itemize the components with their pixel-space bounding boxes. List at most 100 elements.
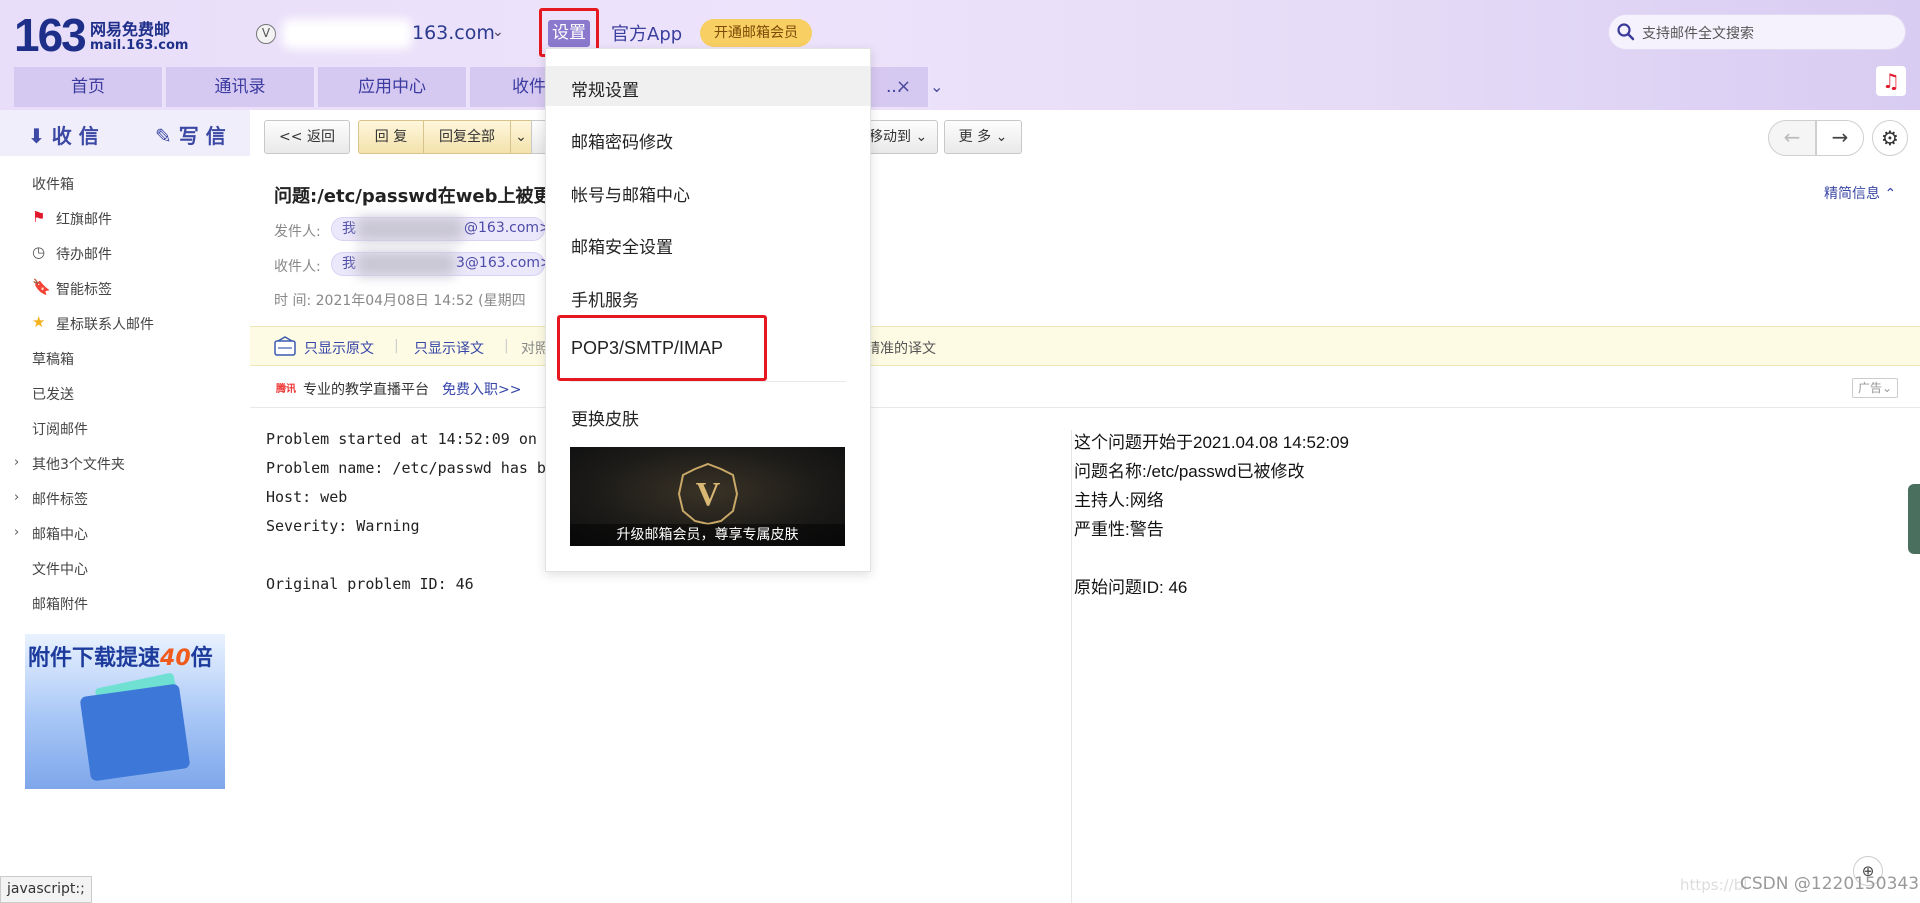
account-name-blurred bbox=[282, 19, 412, 49]
close-icon[interactable]: × bbox=[896, 76, 911, 97]
simplify-info-link[interactable]: 精简信息 ⌃ bbox=[1824, 183, 1896, 203]
sidebar-item-mailbox-center[interactable]: 邮箱中心 bbox=[32, 524, 88, 544]
gear-icon[interactable]: ⚙ bbox=[1872, 120, 1908, 156]
browser-status-bar: javascript:; bbox=[0, 876, 92, 903]
menu-item-mobile-service[interactable]: 手机服务 bbox=[571, 286, 639, 311]
translated-line: 严重性:警告 bbox=[1074, 520, 1164, 539]
settings-button[interactable]: 设置 bbox=[548, 20, 590, 47]
sidebar-item-smart-tags[interactable]: 智能标签 bbox=[56, 279, 112, 299]
ad-tag[interactable]: 广告⌄ bbox=[1852, 378, 1898, 398]
chevron-right-icon[interactable]: › bbox=[14, 490, 19, 505]
menu-item-security-settings[interactable]: 邮箱安全设置 bbox=[571, 233, 673, 258]
tab-contacts[interactable]: 通讯录 bbox=[166, 67, 316, 107]
download-icon: ⬇ bbox=[28, 124, 52, 148]
vip-badge-icon: V bbox=[677, 462, 739, 526]
sidebar-item-drafts[interactable]: 草稿箱 bbox=[32, 349, 74, 369]
separator: | bbox=[504, 338, 509, 354]
account-domain[interactable]: 163.com bbox=[412, 22, 495, 44]
separator: | bbox=[394, 338, 399, 354]
menu-item-change-password[interactable]: 邮箱密码修改 bbox=[571, 128, 673, 153]
show-original-link[interactable]: 只显示原文 bbox=[304, 338, 374, 358]
sidebar-item-flagged[interactable]: 红旗邮件 bbox=[56, 209, 112, 229]
star-icon: ★ bbox=[32, 313, 46, 331]
logo-number[interactable]: 163 bbox=[14, 8, 87, 62]
skin-promo-caption: 升级邮箱会员，尊享专属皮肤 bbox=[570, 524, 845, 546]
ad-text[interactable]: 专业的教学直播平台 bbox=[303, 379, 429, 399]
sender-name-blurred bbox=[356, 217, 464, 241]
to-label: 收件人: bbox=[274, 259, 321, 275]
column-divider bbox=[1071, 430, 1072, 903]
sidebar-item-attachments[interactable]: 邮箱附件 bbox=[32, 594, 88, 614]
show-translation-link[interactable]: 只显示译文 bbox=[414, 338, 484, 358]
recipient-name-blurred bbox=[356, 252, 456, 276]
clock-icon: ◷ bbox=[32, 243, 46, 261]
ad-cta-link[interactable]: 免费入职>> bbox=[442, 379, 521, 399]
chevron-up-icon: ⌃ bbox=[1880, 186, 1897, 202]
translated-line: 原始问题ID: 46 bbox=[1074, 578, 1188, 597]
logo-domain: mail.163.com bbox=[90, 38, 189, 53]
chevron-down-icon: ⌄ bbox=[995, 129, 1008, 145]
chevron-right-icon[interactable]: › bbox=[14, 455, 19, 470]
receive-button[interactable]: ⬇ 收 信 bbox=[28, 120, 99, 149]
menu-item-general-settings[interactable]: 常规设置 bbox=[571, 76, 639, 101]
body-line: Host: web bbox=[266, 488, 348, 506]
mail-time: 时 间: 2021年04月08日 14:52 (星期四 bbox=[274, 293, 526, 309]
tab-home[interactable]: 首页 bbox=[14, 67, 164, 107]
menu-divider bbox=[570, 381, 846, 382]
flag-icon: ⚑ bbox=[32, 208, 46, 226]
ad-title: 附件下载提速40倍 bbox=[28, 646, 213, 671]
chevron-down-icon[interactable]: ⌄ bbox=[930, 77, 943, 96]
menu-item-account-center[interactable]: 帐号与邮箱中心 bbox=[571, 181, 690, 206]
sidebar-item-todo[interactable]: 待办邮件 bbox=[56, 244, 112, 264]
chevron-right-icon[interactable]: › bbox=[14, 525, 19, 540]
sidebar-item-subscriptions[interactable]: 订阅邮件 bbox=[32, 419, 88, 439]
menu-item-change-skin[interactable]: 更换皮肤 bbox=[571, 405, 639, 430]
sidebar-item-other-folders[interactable]: 其他3个文件夹 bbox=[32, 454, 125, 474]
logo-title: 网易免费邮 bbox=[90, 20, 171, 39]
sidebar-item-inbox[interactable]: 收件箱 bbox=[32, 174, 74, 194]
move-to-button[interactable]: 移动到 ⌄ bbox=[866, 120, 938, 154]
sidebar-item-file-center[interactable]: 文件中心 bbox=[32, 559, 88, 579]
ad-illustration bbox=[79, 683, 191, 782]
translated-line: 问题名称:/etc/passwd已被修改 bbox=[1074, 462, 1305, 481]
reply-button[interactable]: 回 复 bbox=[358, 120, 424, 154]
sidebar-item-sent[interactable]: 已发送 bbox=[32, 384, 74, 404]
bookmark-icon: 🔖 bbox=[32, 278, 51, 296]
edit-icon: ✎ bbox=[155, 124, 179, 148]
back-button[interactable]: << 返回 bbox=[264, 120, 350, 154]
body-line: Problem started at 14:52:09 on bbox=[266, 430, 537, 448]
compose-button[interactable]: ✎ 写 信 bbox=[155, 120, 226, 149]
watermark-faint: https://bl bbox=[1680, 876, 1748, 894]
search-placeholder: 支持邮件全文搜索 bbox=[1642, 26, 1754, 42]
more-button[interactable]: 更 多 ⌄ bbox=[944, 120, 1022, 154]
sidebar-item-starred-contacts[interactable]: 星标联系人邮件 bbox=[56, 314, 154, 334]
mail-subject: 问题:/etc/passwd在web上被更 bbox=[274, 186, 552, 207]
watermark: CSDN @1220150343 bbox=[1740, 874, 1920, 894]
from-label: 发件人: bbox=[274, 224, 321, 240]
reply-all-button[interactable]: 回复全部 bbox=[423, 120, 511, 154]
next-mail-button[interactable]: → bbox=[1816, 120, 1864, 156]
prev-mail-button[interactable]: ← bbox=[1768, 120, 1816, 156]
search-icon bbox=[1617, 23, 1635, 41]
body-line: Problem name: /etc/passwd has b bbox=[266, 459, 546, 477]
music-icon[interactable]: ♫ bbox=[1876, 66, 1906, 96]
tab-bar: 首页 通讯录 应用中心 收件 ... bbox=[14, 67, 1884, 107]
sidebar-item-mail-tags[interactable]: 邮件标签 bbox=[32, 489, 88, 509]
ad-logo: 腾讯 bbox=[276, 384, 296, 395]
body-line: Original problem ID: 46 bbox=[266, 575, 474, 593]
sender-address: @163.com> bbox=[464, 220, 551, 236]
chevron-down-icon[interactable]: ⌄ bbox=[492, 24, 504, 40]
chevron-down-icon: ⌄ bbox=[915, 129, 928, 145]
scrollbar-handle[interactable] bbox=[1908, 484, 1920, 554]
vip-level-icon[interactable]: V bbox=[256, 24, 276, 44]
recipient-address: 3@163.com> bbox=[456, 255, 552, 271]
official-app-link[interactable]: 官方App bbox=[611, 20, 682, 46]
translation-bar bbox=[250, 326, 1920, 366]
open-vip-button[interactable]: 开通邮箱会员 bbox=[700, 19, 812, 47]
svg-text:V: V bbox=[696, 476, 721, 513]
translated-line: 这个问题开始于2021.04.08 14:52:09 bbox=[1074, 433, 1349, 452]
tab-app-center[interactable]: 应用中心 bbox=[318, 67, 468, 107]
chevron-down-icon[interactable]: ⌄ bbox=[510, 120, 532, 154]
body-line: Severity: Warning bbox=[266, 517, 420, 535]
pop3-highlight-box bbox=[557, 315, 767, 381]
